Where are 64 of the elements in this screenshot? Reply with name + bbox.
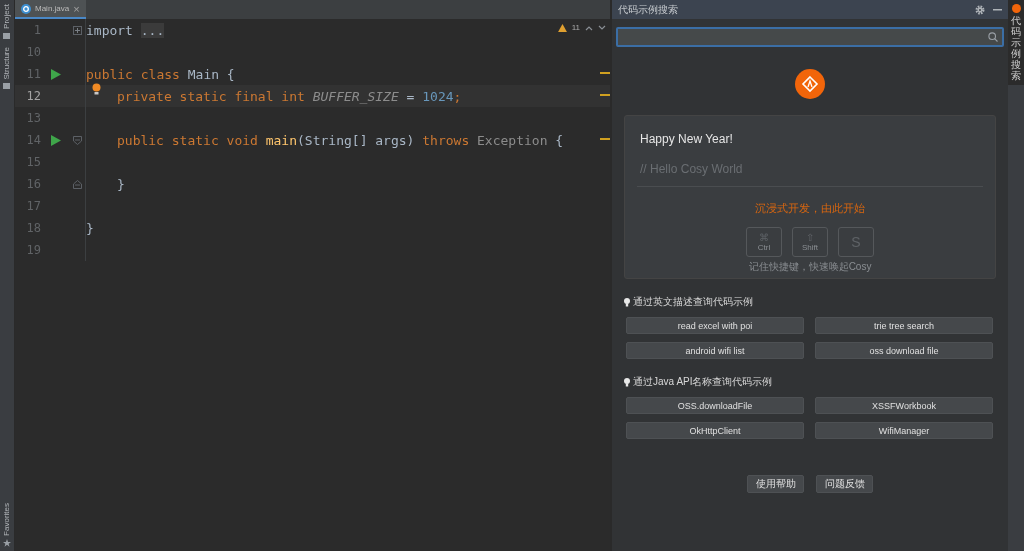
- tool-window-button[interactable]: 代码示例搜索: [1008, 0, 1024, 85]
- logo-icon: [1011, 4, 1021, 13]
- tab-label: Main.java: [35, 4, 70, 13]
- settings-icon[interactable]: [975, 4, 986, 15]
- keyboard-key: ⇧ Shift: [792, 227, 829, 257]
- keyboard-key: ⌘ Ctrl: [746, 227, 783, 257]
- search-icon: [988, 32, 999, 42]
- line-number: 11: [25, 67, 41, 81]
- line-number: 18: [25, 221, 41, 235]
- footer-button[interactable]: 问题反馈: [816, 475, 874, 493]
- run-icon[interactable]: [51, 68, 61, 80]
- expand-fold-icon[interactable]: [73, 25, 83, 35]
- editor-tab[interactable]: Main.java ×: [15, 0, 86, 19]
- line-number: 14: [25, 133, 41, 147]
- chevron-down-icon[interactable]: [598, 24, 607, 31]
- warning-count: 11: [571, 23, 581, 32]
- code-line: }: [117, 176, 125, 192]
- warning-stripe[interactable]: [600, 138, 611, 140]
- panel-title: 代码示例搜索: [618, 2, 680, 17]
- tool-window-button[interactable]: Favorites: [0, 499, 14, 551]
- example-query-button[interactable]: XSSFWorkbook: [815, 397, 994, 414]
- code-line: public static void main(String[] args) throws Exception {: [117, 132, 564, 148]
- shortcut-hint: 记住快捷键，快速唤起Cosy: [748, 260, 872, 274]
- tool-window-button[interactable]: Structure: [0, 42, 14, 94]
- class-file-icon: [21, 3, 31, 14]
- logo-icon: [795, 69, 826, 99]
- chevron-up-icon[interactable]: [585, 24, 594, 31]
- example-query-button[interactable]: android wifi list: [626, 342, 805, 359]
- line-number: 15: [25, 155, 41, 169]
- example-query-button[interactable]: OkHttpClient: [626, 422, 805, 439]
- section-title: 通过Java API名称查询代码示例: [633, 375, 773, 389]
- footer-button[interactable]: 使用帮助: [747, 475, 805, 493]
- lightbulb-icon: [624, 377, 631, 387]
- code-line: public class Main {: [86, 66, 235, 82]
- example-query-button[interactable]: oss download file: [815, 342, 994, 359]
- line-number: 19: [25, 243, 41, 257]
- run-icon[interactable]: [51, 134, 61, 146]
- folder-icon: [3, 82, 11, 90]
- line-number: 10: [25, 45, 41, 59]
- tool-window-button[interactable]: Project: [0, 0, 14, 43]
- search-field[interactable]: [616, 27, 1005, 47]
- example-query-button[interactable]: trie tree search: [815, 317, 994, 334]
- line-number: 12: [25, 89, 41, 103]
- section-title: 通过英文描述查询代码示例: [633, 295, 754, 309]
- greeting-text: Happy New Year!: [640, 132, 733, 146]
- code-line: import ...: [86, 22, 165, 38]
- line-number: 1: [32, 23, 41, 37]
- example-query-button[interactable]: OSS.downloadFile: [626, 397, 805, 414]
- warning-stripe[interactable]: [600, 72, 611, 74]
- code-line: }: [86, 220, 94, 236]
- slogan-text: 沉浸式开发，由此开始: [755, 201, 866, 216]
- code-line: private static final int BUFFER_SIZE = 1024;: [117, 88, 462, 104]
- line-number: 13: [25, 111, 41, 125]
- star-icon: [3, 539, 11, 547]
- minimize-icon[interactable]: [993, 8, 1003, 11]
- lightbulb-icon: [624, 297, 631, 307]
- warning-icon: [557, 23, 567, 32]
- lightbulb-icon[interactable]: [92, 82, 101, 95]
- warning-stripe[interactable]: [600, 94, 611, 96]
- example-query-button[interactable]: read excel with poi: [626, 317, 805, 334]
- line-number: 16: [25, 177, 41, 191]
- line-number: 17: [25, 199, 41, 213]
- example-query-button[interactable]: WifiManager: [815, 422, 994, 439]
- folder-icon: [3, 31, 11, 39]
